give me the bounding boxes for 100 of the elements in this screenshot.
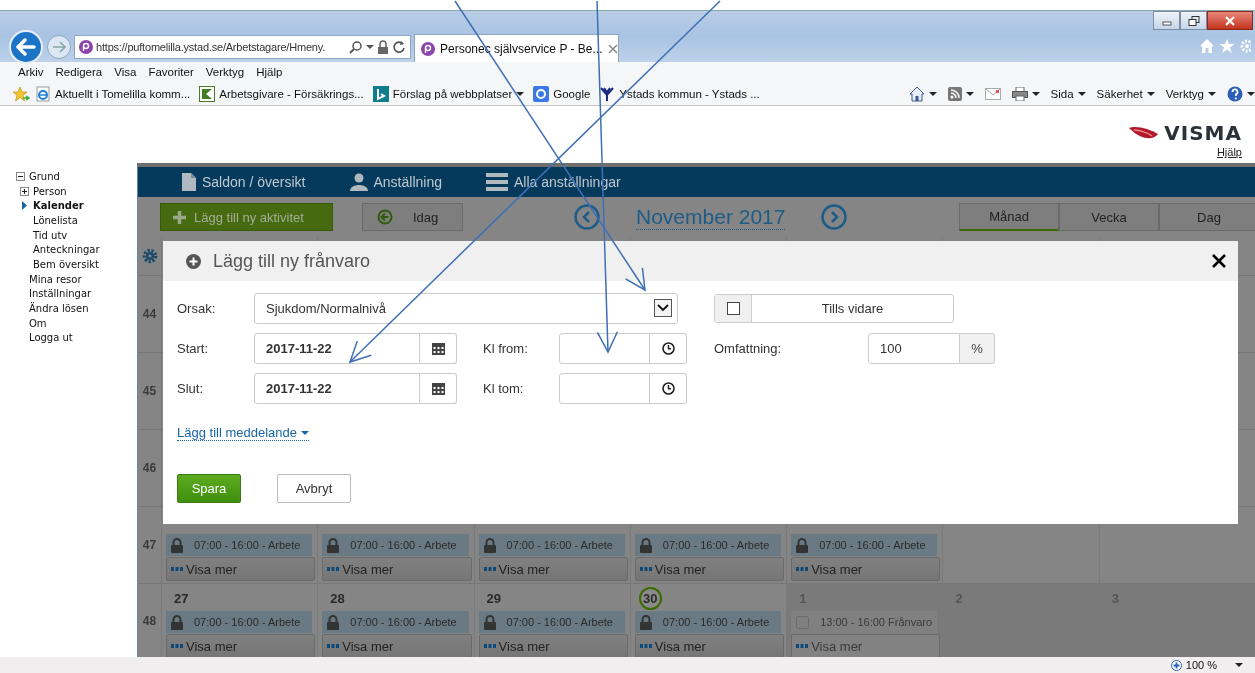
envelope-icon	[984, 87, 1001, 100]
help-link[interactable]: Hjälp	[1216, 146, 1242, 158]
show-more-button[interactable]: Visa mer	[322, 557, 472, 581]
swoosh-icon	[1128, 125, 1161, 141]
show-more-button[interactable]: Visa mer	[166, 557, 316, 581]
field-label: Kl tom:	[483, 380, 525, 396]
clock-button[interactable]	[650, 332, 687, 364]
nav-link[interactable]: Person	[33, 185, 67, 197]
command-button[interactable]: Verktyg	[1165, 87, 1216, 100]
show-more-button[interactable]: Visa mer	[166, 634, 316, 657]
close-icon	[1224, 15, 1236, 26]
nav-tab[interactable]: Alla anställningar	[486, 173, 621, 191]
show-more-button[interactable]: Visa mer	[478, 557, 628, 581]
cancel-button[interactable]: Avbryt	[277, 474, 351, 503]
back-button[interactable]	[9, 30, 43, 64]
nav-link[interactable]: Bem översikt	[33, 258, 99, 270]
calendar-button[interactable]	[420, 332, 457, 364]
favorite-link[interactable]: Förslag på webbplatser	[372, 85, 525, 102]
show-more-button[interactable]: Visa mer	[478, 634, 628, 657]
square-icon	[533, 85, 550, 102]
show-more-button[interactable]: Visa mer	[634, 557, 785, 581]
nav-link[interactable]: Om	[29, 317, 47, 329]
calendar-button[interactable]	[420, 372, 457, 404]
restore-button[interactable]	[1180, 11, 1207, 30]
add-favorite-icon[interactable]	[12, 85, 30, 102]
address-bar[interactable]: https://puftomelilla.ystad.se/Arbetstagare/Hmeny.	[74, 35, 411, 59]
dots-icon	[171, 567, 183, 571]
dots-icon	[483, 567, 496, 571]
checkbox[interactable]	[726, 301, 740, 315]
command-button[interactable]	[1227, 85, 1255, 102]
zoom-level[interactable]: 100 %	[1185, 659, 1217, 671]
zoom-icon[interactable]	[1170, 659, 1182, 671]
menu-item[interactable]: Visa	[108, 66, 143, 78]
nav-link[interactable]: Tid utv	[33, 229, 68, 241]
date-field[interactable]: 2017-11-22	[254, 372, 420, 404]
nav-link[interactable]: Grund	[29, 170, 60, 182]
site-icon	[79, 40, 93, 54]
command-button[interactable]	[908, 85, 937, 102]
menu-item[interactable]: Redigera	[49, 66, 109, 78]
settings-icon[interactable]	[141, 248, 158, 264]
nav-link[interactable]: Ändra lösen	[29, 303, 89, 315]
nav-link[interactable]: Logga ut	[29, 332, 73, 344]
fork-icon	[599, 85, 616, 102]
view-tab[interactable]: Månad	[959, 203, 1059, 231]
expand-icon[interactable]	[20, 186, 29, 196]
dots-icon	[796, 567, 809, 571]
nav-link[interactable]: Mina resor	[29, 273, 82, 285]
refresh-icon[interactable]	[392, 40, 406, 54]
show-more-button[interactable]: Visa mer	[634, 634, 785, 657]
nav-tab[interactable]: Anställning	[349, 173, 442, 191]
reason-dropdown[interactable]: Sjukdom/Normalnivå	[254, 292, 678, 324]
url-text: https://puftomelilla.ystad.se/Arbetstagare/Hmeny.	[96, 41, 327, 53]
star-icon[interactable]	[1219, 38, 1235, 54]
favorite-link[interactable]: Google	[533, 85, 591, 102]
time-field[interactable]	[559, 372, 650, 404]
logo: VISMA	[1128, 120, 1242, 146]
close-button[interactable]	[1207, 11, 1253, 30]
lock-icon	[377, 40, 389, 54]
nav-link[interactable]: Inställningar	[29, 288, 92, 300]
favorite-link[interactable]: Arbetsgivare - Försäkrings...	[199, 85, 364, 102]
clock-button[interactable]	[650, 372, 687, 404]
today-button[interactable]: Idag	[362, 203, 463, 231]
collapse-icon[interactable]	[16, 171, 25, 181]
nav-link[interactable]: Lönelista	[33, 214, 78, 226]
add-message-link[interactable]: Lägg till meddelande	[177, 425, 309, 441]
view-tab[interactable]: Vecka	[1059, 203, 1159, 231]
caret-icon[interactable]	[1235, 661, 1243, 669]
caret-icon	[928, 89, 937, 98]
command-button[interactable]: Säkerhet	[1096, 87, 1155, 100]
unit-label: %	[960, 332, 995, 364]
command-button[interactable]	[947, 86, 974, 101]
lock-icon	[483, 614, 496, 630]
globe-icon	[35, 85, 51, 102]
nav-tab[interactable]: Saldon / översikt	[182, 173, 306, 191]
favorite-link[interactable]: Aktuellt i Tomelilla komm...	[35, 85, 191, 102]
document-icon	[182, 173, 196, 191]
caret-icon	[1208, 89, 1216, 98]
command-button[interactable]	[1011, 86, 1040, 101]
extent-field[interactable]: 100	[868, 332, 960, 364]
menu-item[interactable]: Verktyg	[199, 66, 251, 78]
menu-item[interactable]: Favoriter	[142, 66, 200, 78]
search-icon[interactable]	[349, 40, 363, 54]
show-more-button[interactable]: Visa mer	[322, 634, 472, 657]
until-further-toggle[interactable]: Tills vidare	[714, 293, 954, 323]
day-number: 29	[486, 590, 502, 606]
show-more-button[interactable]: Visa mer	[791, 557, 941, 581]
close-icon[interactable]	[1212, 254, 1226, 268]
list-icon	[486, 173, 508, 191]
time-field[interactable]	[559, 332, 650, 364]
date-field[interactable]: 2017-11-22	[254, 332, 420, 364]
menu-item[interactable]: Hjälp	[250, 66, 289, 78]
view-tab[interactable]: Dag	[1159, 203, 1255, 231]
nav-link[interactable]: Anteckningar	[33, 244, 100, 256]
field-label: Orsak:	[177, 300, 217, 316]
nav-link[interactable]: Kalender	[33, 200, 84, 212]
command-button[interactable]: Sida	[1050, 87, 1086, 100]
day-number: 27	[174, 590, 189, 606]
lock-icon	[796, 537, 809, 553]
menu-item[interactable]: Arkiv	[12, 66, 50, 78]
dots-icon	[483, 644, 496, 648]
